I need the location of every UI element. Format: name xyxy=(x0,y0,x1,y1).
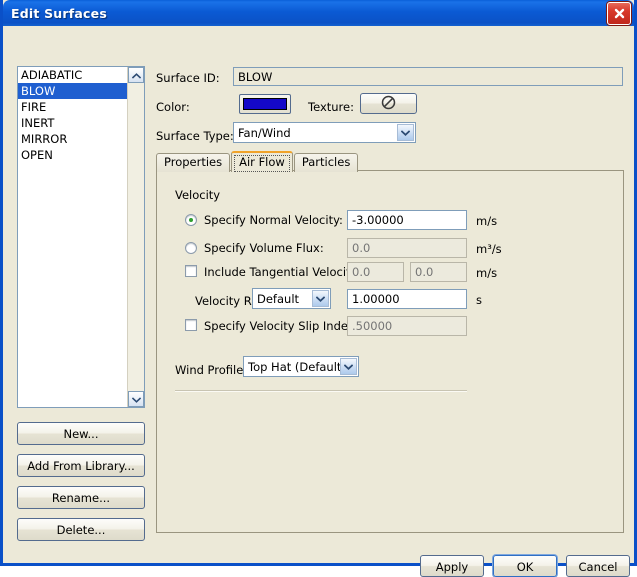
specify-velocity-slip-index-label: Specify Velocity Slip Index: xyxy=(204,319,358,333)
surface-list-items: ADIABATIC BLOW FIRE INERT MIRROR OPEN xyxy=(18,67,127,407)
velocity-ramp-input[interactable] xyxy=(347,289,467,309)
list-item[interactable]: BLOW xyxy=(18,83,127,99)
apply-button[interactable]: Apply xyxy=(420,555,484,577)
wind-profile-value: Top Hat (Default) xyxy=(244,360,340,374)
dialog-body: ADIABATIC BLOW FIRE INERT MIRROR OPEN xyxy=(3,26,634,563)
tab-focus-ring xyxy=(234,155,290,172)
surface-type-label: Surface Type: xyxy=(156,129,234,143)
section-separator xyxy=(175,390,467,392)
color-swatch-preview xyxy=(243,98,287,110)
chevron-down-icon xyxy=(132,393,141,406)
velocity-ramp-dropdown[interactable]: Default xyxy=(252,288,331,309)
include-tangential-velocity-label: Include Tangential Velocity: xyxy=(204,265,360,279)
specify-normal-velocity-radio[interactable] xyxy=(185,214,197,226)
close-icon xyxy=(613,7,626,20)
velocity-group-label: Velocity xyxy=(175,188,220,202)
cancel-button[interactable]: Cancel xyxy=(566,555,630,577)
list-item[interactable]: INERT xyxy=(18,115,127,131)
surface-list[interactable]: ADIABATIC BLOW FIRE INERT MIRROR OPEN xyxy=(17,66,145,408)
wind-profile-label: Wind Profile: xyxy=(175,363,247,377)
air-flow-panel: Velocity Specify Normal Velocity: m/s Sp… xyxy=(156,170,624,533)
tab-air-flow[interactable]: Air Flow xyxy=(231,151,293,172)
color-label: Color: xyxy=(156,100,190,114)
surface-type-value: Fan/Wind xyxy=(234,126,397,140)
add-from-library-button[interactable]: Add From Library... xyxy=(17,454,145,477)
tab-properties[interactable]: Properties xyxy=(156,153,230,172)
surface-id-label: Surface ID: xyxy=(156,71,220,85)
surface-type-dropdown[interactable]: Fan/Wind xyxy=(233,122,416,143)
chevron-down-icon[interactable] xyxy=(397,124,414,141)
tab-bar: Properties Air Flow Particles xyxy=(156,152,359,172)
volume-flux-units: m³/s xyxy=(476,242,502,256)
new-button[interactable]: New... xyxy=(17,422,145,445)
velocity-ramp-units: s xyxy=(476,293,482,307)
tab-particles[interactable]: Particles xyxy=(294,153,358,172)
chevron-down-icon[interactable] xyxy=(340,358,357,375)
specify-volume-flux-label: Specify Volume Flux: xyxy=(204,241,324,255)
normal-velocity-units: m/s xyxy=(476,214,497,228)
list-item[interactable]: ADIABATIC xyxy=(18,67,127,83)
surface-actions: New... Add From Library... Rename... Del… xyxy=(17,422,145,550)
ok-button[interactable]: OK xyxy=(493,555,557,577)
list-item[interactable]: FIRE xyxy=(18,99,127,115)
tangential-velocity-input-1[interactable] xyxy=(347,262,404,282)
tangential-velocity-units: m/s xyxy=(476,266,497,280)
tab-properties-label: Properties xyxy=(164,155,222,169)
specify-normal-velocity-label: Specify Normal Velocity: xyxy=(204,213,343,227)
chevron-up-icon xyxy=(132,69,141,82)
texture-label: Texture: xyxy=(308,100,354,114)
velocity-ramp-value: Default xyxy=(253,292,312,306)
surface-id-field[interactable] xyxy=(233,67,623,86)
surface-list-scrollbar[interactable] xyxy=(127,67,144,407)
rename-button[interactable]: Rename... xyxy=(17,486,145,509)
list-item[interactable]: OPEN xyxy=(18,147,127,163)
velocity-slip-index-input[interactable] xyxy=(347,316,467,336)
chevron-down-icon[interactable] xyxy=(312,290,329,307)
scroll-up-button[interactable] xyxy=(128,67,144,83)
window-title: Edit Surfaces xyxy=(11,6,107,21)
include-tangential-velocity-checkbox[interactable] xyxy=(185,265,197,277)
delete-button[interactable]: Delete... xyxy=(17,518,145,541)
title-bar: Edit Surfaces xyxy=(3,0,634,26)
texture-button[interactable] xyxy=(360,93,417,114)
list-item[interactable]: MIRROR xyxy=(18,131,127,147)
specify-velocity-slip-index-checkbox[interactable] xyxy=(185,319,197,331)
edit-surfaces-window: Edit Surfaces ADIABATIC BLOW FIRE INERT … xyxy=(0,0,637,566)
tangential-velocity-input-2[interactable] xyxy=(410,262,467,282)
scroll-down-button[interactable] xyxy=(128,391,144,407)
dialog-button-bar: Apply OK Cancel xyxy=(420,555,630,577)
close-button[interactable] xyxy=(607,2,631,25)
volume-flux-input[interactable] xyxy=(347,238,467,258)
specify-volume-flux-radio[interactable] xyxy=(185,242,197,254)
color-swatch-button[interactable] xyxy=(239,94,291,114)
no-texture-icon xyxy=(381,95,396,113)
tab-particles-label: Particles xyxy=(302,155,350,169)
normal-velocity-input[interactable] xyxy=(347,210,467,230)
wind-profile-dropdown[interactable]: Top Hat (Default) xyxy=(243,356,359,377)
